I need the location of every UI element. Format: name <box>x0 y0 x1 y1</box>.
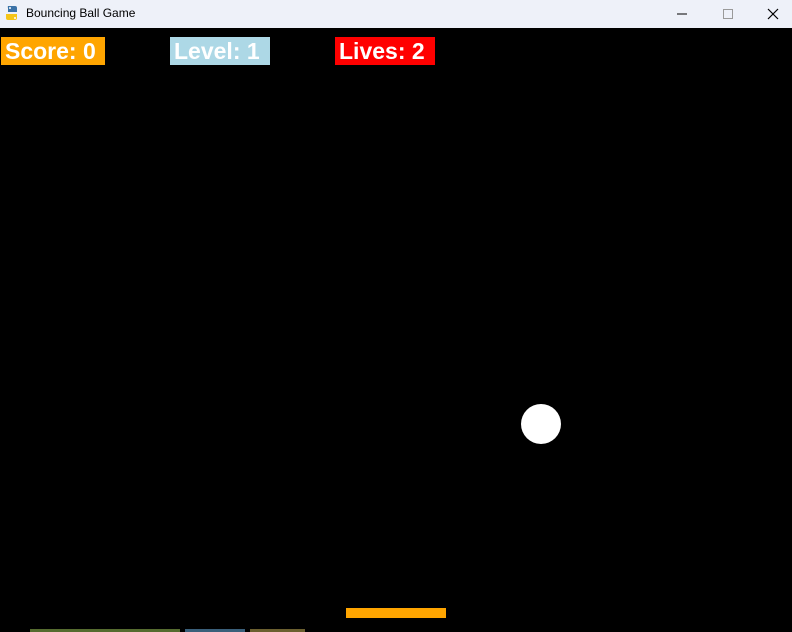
close-button[interactable] <box>750 0 792 28</box>
paddle[interactable] <box>346 608 446 618</box>
maximize-icon <box>723 9 733 19</box>
game-canvas[interactable]: Score: 0 Level: 1 Lives: 2 <box>0 28 792 632</box>
maximize-button[interactable] <box>705 0 751 28</box>
close-icon <box>767 8 779 20</box>
level-display: Level: 1 <box>170 37 270 65</box>
lives-display: Lives: 2 <box>335 37 435 65</box>
score-display: Score: 0 <box>1 37 105 65</box>
minimize-icon <box>677 13 687 15</box>
ball <box>521 404 561 444</box>
minimize-button[interactable] <box>659 0 705 28</box>
title-bar[interactable]: Bouncing Ball Game <box>0 0 792 28</box>
python-icon <box>6 6 17 20</box>
window-title: Bouncing Ball Game <box>26 6 136 20</box>
game-window: Bouncing Ball Game Score: 0 Level: 1 Liv… <box>0 0 792 632</box>
